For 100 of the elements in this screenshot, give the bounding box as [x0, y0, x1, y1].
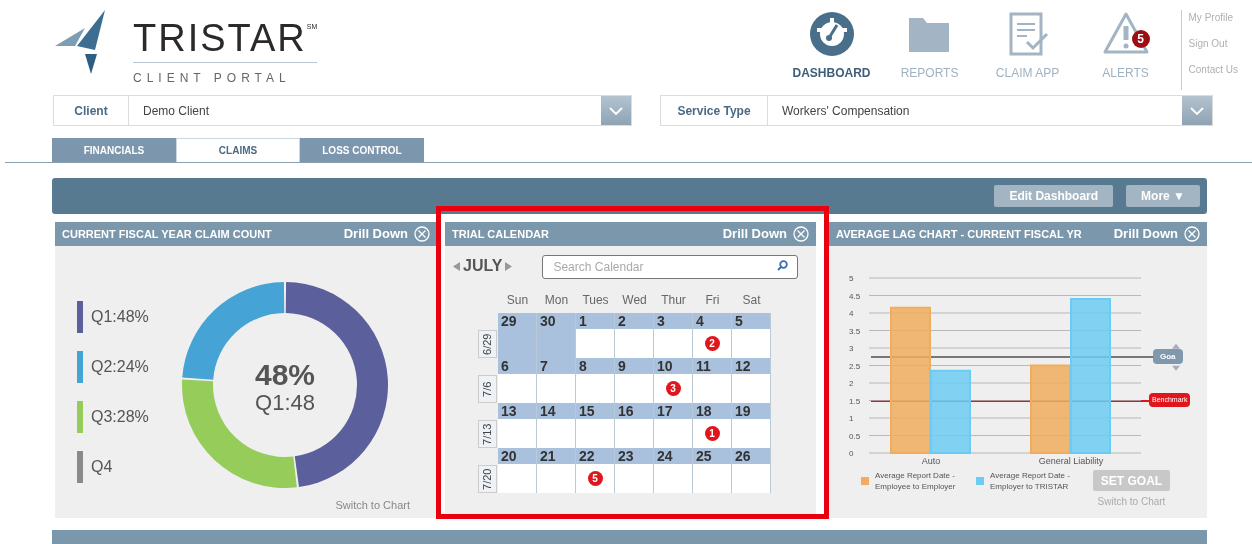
week-label: 6/29: [480, 333, 495, 355]
day-number: 9: [615, 358, 653, 374]
day-cell[interactable]: [498, 419, 536, 448]
nav-button[interactable]: ALERTS 5: [1076, 10, 1175, 92]
user-link[interactable]: My Profile: [1188, 10, 1238, 25]
day-number: 10: [654, 358, 692, 374]
nav-button[interactable]: REPORTS: [880, 10, 979, 92]
day-number: 24: [654, 448, 692, 464]
alert-count-badge: 5: [1131, 30, 1150, 48]
day-cell[interactable]: [498, 374, 536, 403]
weekday-label: Sun: [505, 292, 530, 309]
user-link[interactable]: Sign Out: [1188, 36, 1238, 51]
weekday-label: Thur: [660, 292, 687, 309]
day-cell[interactable]: [537, 464, 575, 493]
day-cell[interactable]: 1: [693, 419, 731, 448]
day-cell[interactable]: [576, 419, 614, 448]
nav-button[interactable]: CLAIM APP: [978, 10, 1077, 92]
day-number: 17: [654, 403, 692, 419]
day-number: 6: [498, 358, 536, 374]
edit-button[interactable]: Edit Dashboard: [994, 185, 1114, 207]
day-cell[interactable]: [537, 374, 575, 403]
day-number: 7: [537, 358, 575, 374]
drill-down-link[interactable]: Drill Down: [343, 224, 408, 244]
weekday-label: Mon: [543, 292, 570, 309]
weekday-label: Wed: [621, 292, 648, 309]
close-icon[interactable]: [1184, 226, 1200, 242]
field-value: Demo Client: [142, 102, 210, 120]
down-arrow-icon[interactable]: [1172, 365, 1180, 371]
day-cell[interactable]: [732, 329, 770, 358]
search-field[interactable]: Search Calendar: [542, 255, 799, 279]
legend-label: Average Report Date - Employer to TRISTAR: [990, 470, 1071, 492]
weekday-label: Fri: [704, 292, 721, 309]
close-icon[interactable]: [793, 226, 809, 242]
day-number: 4: [693, 313, 731, 329]
day-cell[interactable]: [693, 464, 731, 493]
drill-down-link[interactable]: Drill Down: [722, 224, 787, 244]
search-icon: [777, 260, 789, 271]
user-link[interactable]: Contact Us: [1188, 62, 1238, 77]
day-cell[interactable]: [654, 329, 692, 358]
y-tick-label: 5: [849, 274, 854, 283]
field-label: Client: [54, 96, 129, 125]
next-icon: [505, 261, 513, 271]
dropdown-field[interactable]: Service Type Workers' Compensation: [660, 95, 1213, 126]
category-label: General Liability: [1038, 456, 1104, 466]
switch-to-chart-link[interactable]: Switch to Chart: [335, 496, 410, 513]
day-cell[interactable]: [732, 419, 770, 448]
y-tick-label: 4.5: [849, 291, 861, 301]
day-cell[interactable]: [576, 329, 614, 358]
day-number: 19: [732, 403, 770, 419]
more-button[interactable]: More ▼: [1126, 185, 1200, 207]
legend-label: Q4: [91, 457, 113, 477]
tab[interactable]: CLAIMS: [176, 138, 300, 162]
day-number: 12: [732, 358, 770, 374]
day-cell[interactable]: [615, 419, 653, 448]
nav-button[interactable]: DASHBOARD: [782, 10, 881, 92]
day-number: 13: [498, 403, 536, 419]
up-arrow-icon[interactable]: [1172, 343, 1180, 349]
day-cell[interactable]: [732, 374, 770, 403]
day-number: 15: [576, 403, 614, 419]
drill-down-link[interactable]: Drill Down: [1113, 224, 1178, 244]
legend-label: Average Report Date - Employee to Employer: [875, 470, 957, 492]
day-cell[interactable]: [732, 464, 770, 493]
day-cell[interactable]: [654, 419, 692, 448]
day-cell[interactable]: [654, 464, 692, 493]
y-tick-label: 0: [849, 449, 854, 458]
day-cell[interactable]: [615, 329, 653, 358]
day-number: 26: [732, 448, 770, 464]
close-icon[interactable]: [414, 226, 430, 242]
legend-label: Q1:48%: [91, 307, 149, 327]
tab[interactable]: FINANCIALS: [52, 138, 176, 162]
panel-title: CURRENT FISCAL YEAR CLAIM COUNT: [62, 226, 272, 242]
tab[interactable]: LOSS CONTROL: [300, 138, 424, 162]
month-label: JULY: [463, 256, 503, 276]
day-cell[interactable]: 3: [654, 374, 692, 403]
switch-to-chart-link[interactable]: Switch to Chart: [1097, 494, 1166, 509]
day-number: 23: [615, 448, 653, 464]
y-tick-label: 0.5: [849, 431, 861, 441]
day-number: 20: [498, 448, 536, 464]
day-cell[interactable]: [615, 374, 653, 403]
day-cell[interactable]: 5: [576, 464, 614, 493]
day-cell[interactable]: [576, 374, 614, 403]
y-tick-label: 1: [849, 414, 854, 423]
y-tick-label: 3.5: [849, 326, 861, 336]
day-cell[interactable]: [537, 419, 575, 448]
day-cell[interactable]: [498, 464, 536, 493]
goal-tag[interactable]: Goa: [1153, 349, 1183, 365]
logo-subtitle: CLIENT PORTAL: [133, 70, 292, 87]
event-count-badge[interactable]: 1: [704, 426, 720, 441]
day-cell[interactable]: 2: [693, 329, 731, 358]
legend-label: Q3:28%: [91, 407, 149, 427]
event-count-badge[interactable]: 2: [704, 336, 720, 351]
event-count-badge[interactable]: 3: [665, 381, 681, 396]
day-cell[interactable]: [693, 374, 731, 403]
field-value: Workers' Compensation: [781, 102, 910, 120]
event-count-badge[interactable]: 5: [587, 471, 603, 486]
day-number: 22: [576, 448, 614, 464]
day-cell[interactable]: [615, 464, 653, 493]
field-label: Service Type: [661, 96, 768, 125]
dropdown-field[interactable]: Client Demo Client: [53, 95, 632, 126]
weekday-label: Sat: [741, 292, 762, 309]
